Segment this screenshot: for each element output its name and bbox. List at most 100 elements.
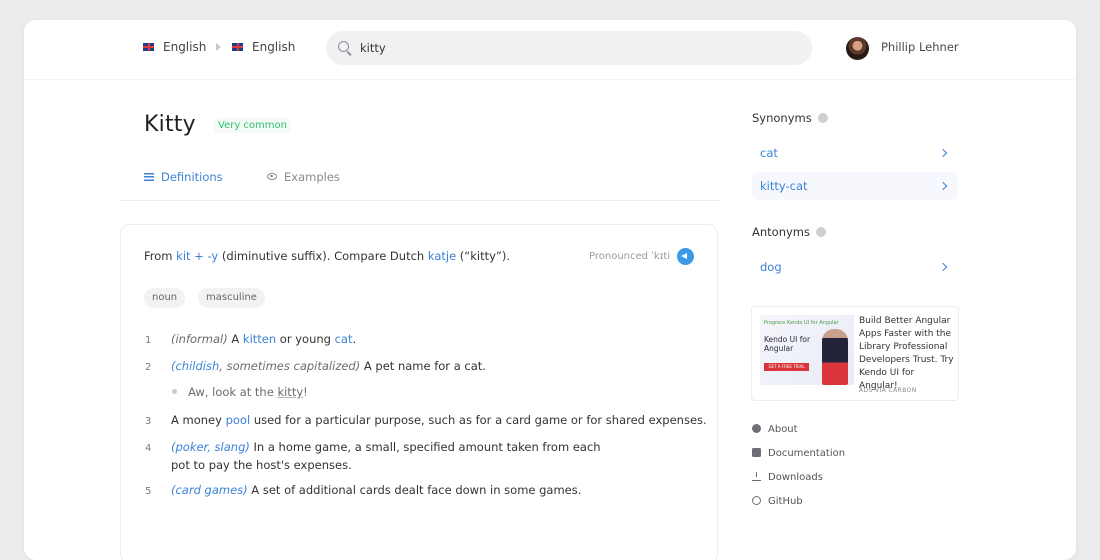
etymology: From kit + -y (diminutive suffix). Compa… <box>144 249 510 263</box>
github-icon <box>752 496 761 505</box>
search-icon <box>338 41 349 52</box>
source-language-selector[interactable]: English <box>163 40 206 54</box>
tab-divider <box>120 200 720 201</box>
example-text: ! <box>303 385 308 399</box>
definition-context: (informal) <box>171 332 228 346</box>
chevron-right-icon <box>938 262 948 272</box>
definition-text: A money <box>171 413 226 427</box>
info-icon[interactable] <box>817 113 828 123</box>
definition-context-link[interactable]: (childish <box>171 359 219 373</box>
tab-label: Examples <box>284 170 340 184</box>
about-link[interactable]: About <box>752 424 798 435</box>
frequency-badge: Very common <box>214 118 291 133</box>
example-text: Aw, look at the <box>188 385 278 399</box>
search-bar[interactable] <box>326 31 812 65</box>
etymology-text: (diminutive suffix). Compare Dutch <box>218 249 428 263</box>
user-name[interactable]: Phillip Lehner <box>881 40 959 54</box>
synonyms-title: Synonyms <box>752 111 812 125</box>
uk-flag-icon <box>232 43 243 51</box>
bullet-icon <box>172 389 177 394</box>
ad-cta-button[interactable]: GET A FREE TRIAL <box>764 363 809 371</box>
synonym-label: cat <box>760 146 778 160</box>
search-input[interactable] <box>360 31 800 65</box>
ad-text[interactable]: Build Better Angular Apps Faster with th… <box>859 315 955 393</box>
document-icon <box>752 448 761 457</box>
info-icon <box>752 424 761 433</box>
definition-text: In a home game, a small, specified amoun… <box>249 440 601 454</box>
definition-number: 1 <box>145 335 152 346</box>
avatar[interactable] <box>846 37 869 60</box>
synonym-item-cat[interactable]: cat <box>752 139 958 167</box>
link-label: GitHub <box>768 496 803 507</box>
info-icon[interactable] <box>816 227 826 237</box>
definition-text: A <box>227 332 243 346</box>
synonym-item-kitty-cat[interactable]: kitty-cat <box>752 172 958 200</box>
target-language-selector[interactable]: English <box>252 40 295 54</box>
tab-definitions[interactable]: Definitions <box>144 170 223 184</box>
link-label: Documentation <box>768 448 846 459</box>
definition-link-cat[interactable]: cat <box>335 332 353 346</box>
app-window: English English Phillip Lehner Kitty Ver… <box>24 20 1076 560</box>
etymology-link-kit[interactable]: kit <box>176 249 190 263</box>
definition-text: pot to pay the host's expenses. <box>171 458 352 472</box>
github-link[interactable]: GitHub <box>752 496 803 507</box>
tag-masculine: masculine <box>198 288 265 308</box>
definition-item: 3 A money pool used for a particular purp… <box>145 412 707 430</box>
definition-text: or young <box>276 332 335 346</box>
definition-text: A set of additional cards dealt face dow… <box>247 483 582 497</box>
definition-text: . <box>352 332 357 346</box>
definition-context-link[interactable]: (card games) <box>171 483 248 497</box>
synonyms-heading: Synonyms <box>752 111 828 125</box>
definition-text: A pet name for a cat. <box>360 359 486 373</box>
arrow-right-icon <box>216 43 221 51</box>
definition-context-link[interactable]: (poker, slang) <box>171 440 250 454</box>
documentation-link[interactable]: Documentation <box>752 448 845 459</box>
etymology-plus: + <box>190 249 208 263</box>
definition-item: 1 (informal) A kitten or young cat. <box>145 331 356 349</box>
antonyms-title: Antonyms <box>752 225 810 239</box>
sponsored-ad[interactable]: Progress Kendo UI for Angular Kendo UI f… <box>751 306 959 401</box>
antonym-label: dog <box>760 260 782 274</box>
link-label: Downloads <box>768 472 823 483</box>
definition-number: 4 <box>145 443 152 454</box>
definition-context: , sometimes capitalized) <box>219 359 361 373</box>
list-icon <box>144 173 154 181</box>
definition-item: 5 (card games) A set of additional cards … <box>145 482 581 500</box>
example-word[interactable]: kitty <box>277 385 303 399</box>
antonym-item-dog[interactable]: dog <box>752 253 958 281</box>
etymology-link-y[interactable]: -y <box>207 249 218 263</box>
eye-icon <box>267 173 277 180</box>
ad-logo-text: Kendo UI for Angular <box>764 335 811 353</box>
definition-number: 2 <box>145 362 152 373</box>
synonym-label: kitty-cat <box>760 179 808 193</box>
usage-example: Aw, look at the kitty! <box>172 385 308 399</box>
pronunciation: Pronounced ˈkɪti <box>589 251 671 262</box>
etymology-link-katje[interactable]: katje <box>428 249 456 263</box>
word-title: Kitty <box>144 112 196 137</box>
ad-illustration <box>822 329 848 385</box>
definition-text: used for a particular purpose, such as f… <box>250 413 707 427</box>
ad-image[interactable]: Progress Kendo UI for Angular Kendo UI f… <box>760 315 854 385</box>
etymology-text: From <box>144 249 177 263</box>
definition-link-kitten[interactable]: kitten <box>243 332 276 346</box>
definition-item: 2 (childish, sometimes capitalized) A pet… <box>145 358 486 376</box>
definition-card: From kit + -y (diminutive suffix). Compa… <box>120 224 718 560</box>
definition-number: 3 <box>145 416 152 427</box>
tag-noun: noun <box>144 288 186 308</box>
tab-label: Definitions <box>161 170 223 184</box>
definition-item: 4 (poker, slang) In a home game, a small,… <box>145 439 601 473</box>
tab-examples[interactable]: Examples <box>267 170 340 184</box>
download-icon <box>752 472 761 481</box>
link-label: About <box>768 424 798 435</box>
etymology-text: (“kitty”). <box>456 249 511 263</box>
chevron-right-icon <box>938 148 948 158</box>
downloads-link[interactable]: Downloads <box>752 472 823 483</box>
definition-link-pool[interactable]: pool <box>226 413 251 427</box>
ad-brand: Progress Kendo UI for Angular <box>764 320 839 326</box>
uk-flag-icon <box>143 43 154 51</box>
ad-via-carbon[interactable]: ADS VIA CARBON <box>859 387 917 394</box>
chevron-right-icon <box>938 181 948 191</box>
top-bar: English English Phillip Lehner <box>24 20 1076 80</box>
play-audio-icon[interactable] <box>677 248 694 265</box>
antonyms-heading: Antonyms <box>752 225 826 239</box>
